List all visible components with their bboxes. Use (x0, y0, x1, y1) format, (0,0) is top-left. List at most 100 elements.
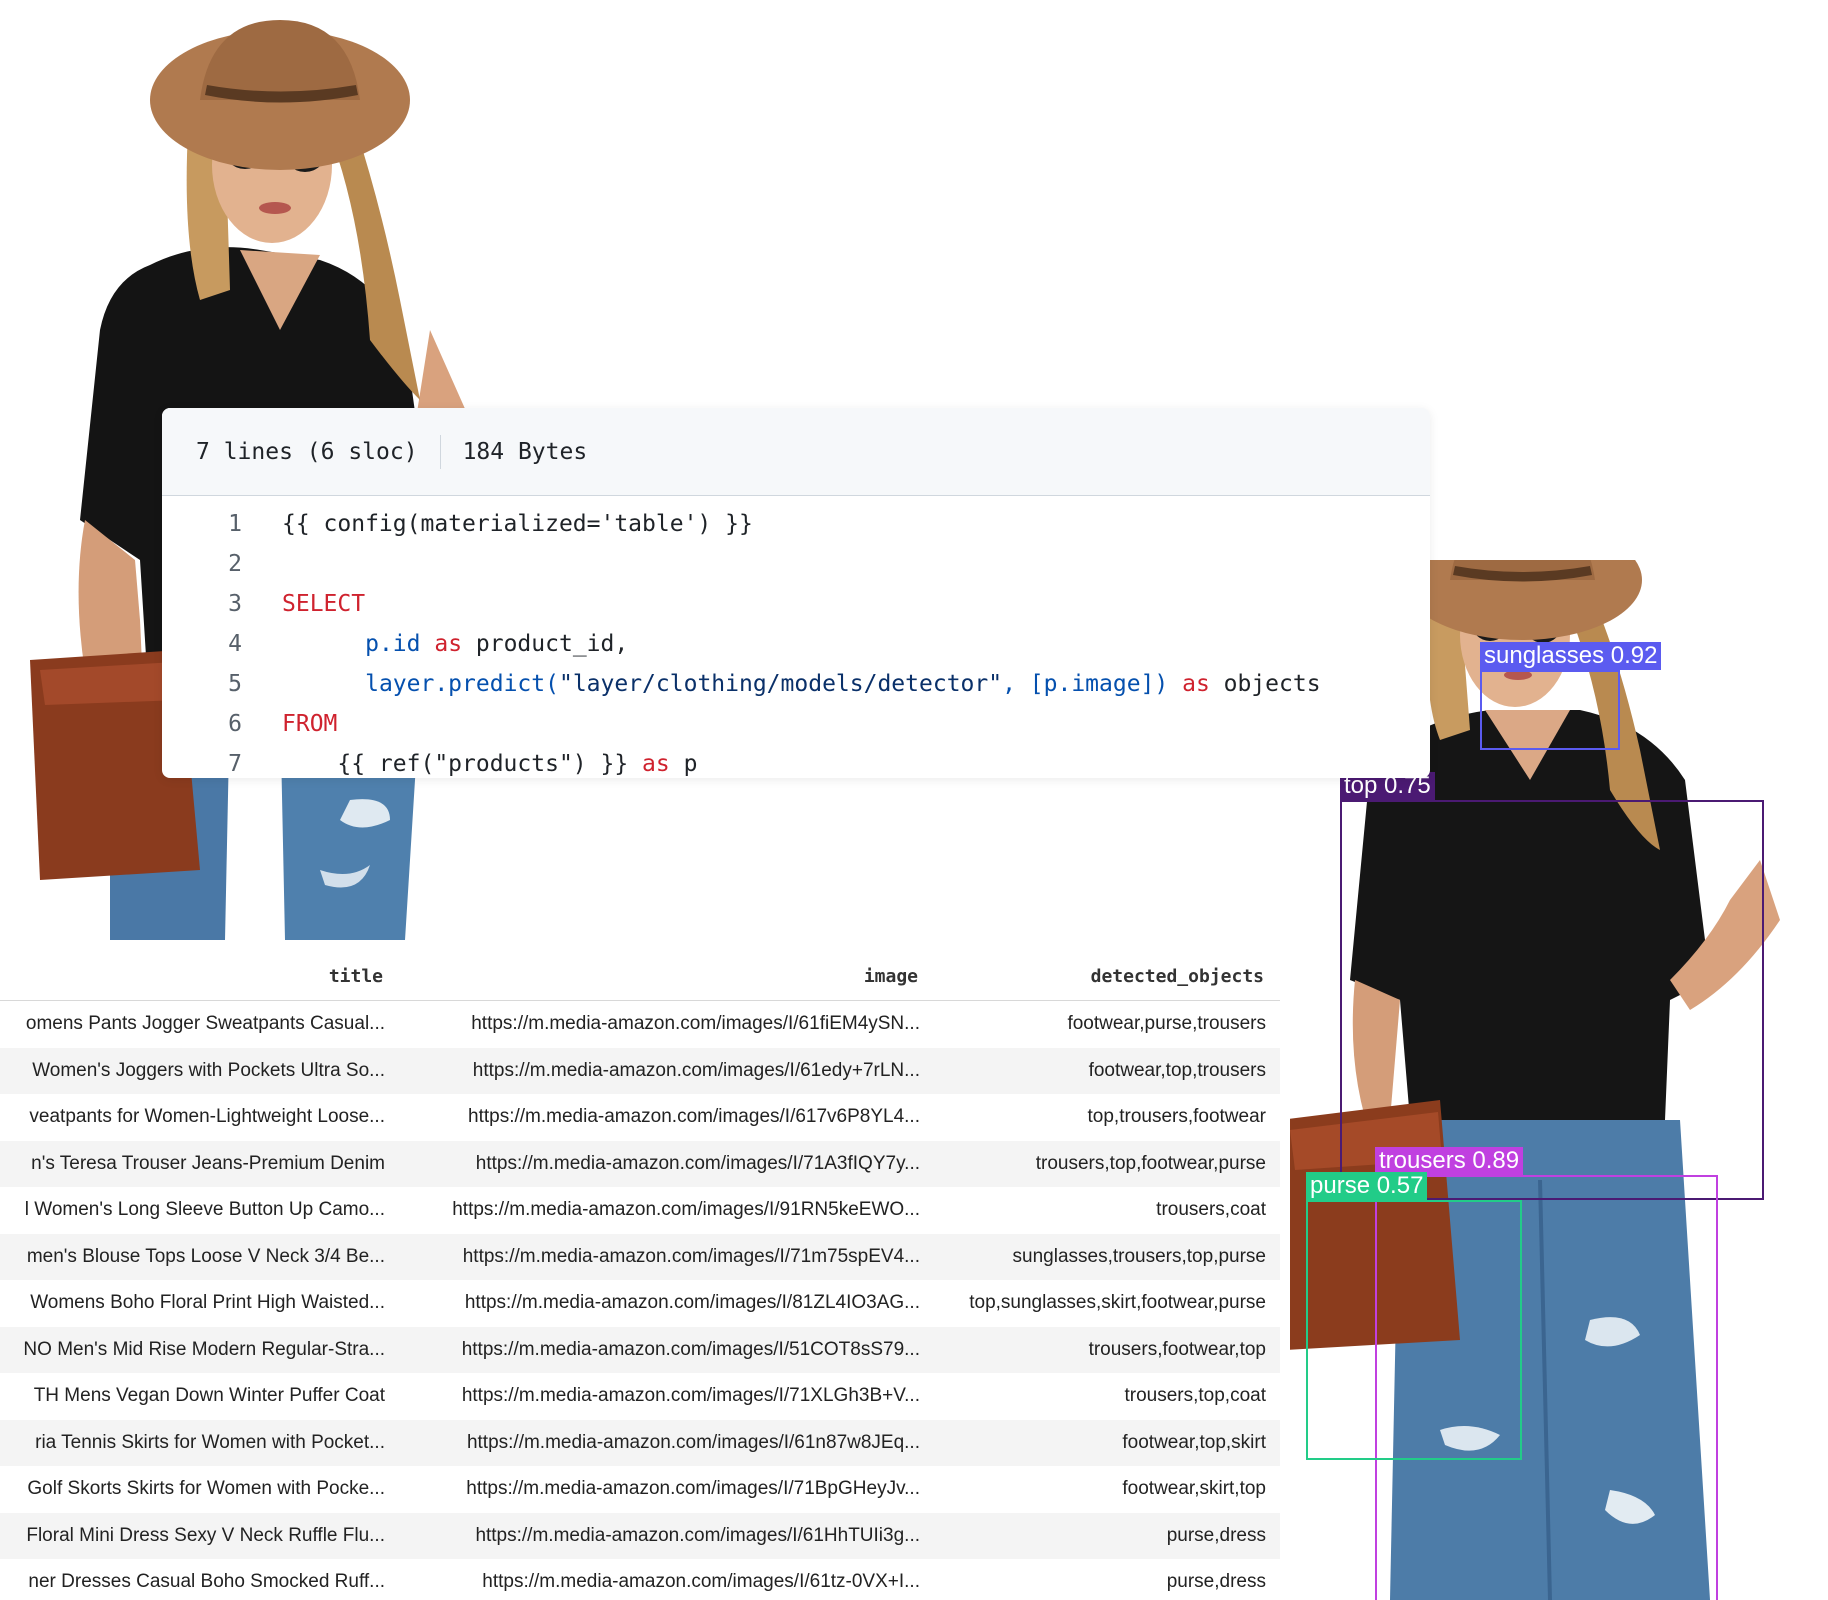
cell-image-url: https://m.media-amazon.com/images/I/71m7… (462, 1245, 920, 1267)
detection-box-sunglasses: sunglasses 0.92 (1480, 642, 1662, 750)
code-token: layer.predict( (365, 671, 559, 697)
cell-image-url: https://m.media-amazon.com/images/I/61ed… (472, 1059, 920, 1081)
table-row[interactable]: NO Men's Mid Rise Modern Regular-Stra...… (0, 1326, 1280, 1373)
header-separator (439, 434, 441, 469)
line-number: 1 (228, 511, 242, 537)
code-line: 2 (162, 544, 1430, 584)
line-number: 4 (228, 631, 242, 657)
cell-title: Golf Skorts Skirts for Women with Pocke.… (27, 1478, 385, 1499)
cell-title: omens Pants Jogger Sweatpants Casual... (25, 1013, 385, 1034)
table-row[interactable]: Women's Joggers with Pockets Ultra So...… (0, 1047, 1280, 1094)
detection-label-trousers: trousers 0.89 (1375, 1147, 1524, 1175)
table-row[interactable]: n's Teresa Trouser Jeans-Premium Denim ht… (0, 1140, 1280, 1187)
code-body: 1 {{ config(materialized='table') }} 2 3 SEL… (162, 496, 1430, 778)
cell-image-url: https://m.media-amazon.com/images/I/617v… (468, 1106, 920, 1127)
file-lines-info: 7 lines (6 sloc) (196, 438, 418, 465)
cell-image-url: https://m.media-amazon.com/images/I/71Bp… (466, 1478, 920, 1499)
code-line: 3 SELECT (162, 584, 1430, 624)
cell-title: Floral Mini Dress Sexy V Neck Ruffle Flu… (26, 1524, 385, 1546)
cell-detected-objects: sunglasses,trousers,top,purse (1012, 1245, 1266, 1267)
cell-image-url: https://m.media-amazon.com/images/I/91RN… (452, 1199, 920, 1220)
line-number: 2 (228, 551, 242, 577)
cell-detected-objects: footwear,skirt,top (1122, 1478, 1266, 1499)
table-row[interactable]: veatpants for Women-Lightweight Loose...… (0, 1094, 1280, 1141)
line-number: 7 (228, 751, 242, 777)
line-code: SELECT (282, 591, 365, 617)
code-token: {{ config(materialized='table') }} (282, 511, 753, 537)
code-token: as (642, 751, 670, 777)
cell-image-url: https://m.media-amazon.com/images/I/71A3… (475, 1152, 920, 1174)
table-body: omens Pants Jogger Sweatpants Casual... h… (0, 1001, 1280, 1600)
cell-title: Womens Boho Floral Print High Waisted... (30, 1292, 385, 1313)
code-line: 7 {{ ref("products") }} as p (162, 744, 1430, 778)
code-token: as (434, 631, 463, 657)
line-code: {{ config(materialized='table') }} (282, 511, 753, 537)
cell-detected-objects: trousers,coat (1156, 1199, 1266, 1220)
cell-detected-objects: trousers,top,coat (1124, 1385, 1266, 1406)
table-row[interactable]: TH Mens Vegan Down Winter Puffer Coat htt… (0, 1373, 1280, 1420)
column-header-title[interactable]: title (0, 966, 383, 987)
cell-title: men's Blouse Tops Loose V Neck 3/4 Be... (26, 1245, 385, 1267)
cell-image-url: https://m.media-amazon.com/images/I/71XL… (461, 1385, 920, 1406)
code-token: {{ ref("products") }} (337, 751, 643, 777)
code-line: 4 p.id as product_id, (162, 624, 1430, 664)
table-row[interactable]: men's Blouse Tops Loose V Neck 3/4 Be...… (0, 1233, 1280, 1280)
cell-detected-objects: purse,dress (1166, 1524, 1266, 1546)
cell-image-url: https://m.media-amazon.com/images/I/61fi… (471, 1013, 920, 1034)
cell-title: NO Men's Mid Rise Modern Regular-Stra... (23, 1338, 385, 1360)
table-row[interactable]: Womens Boho Floral Print High Waisted...… (0, 1280, 1280, 1327)
file-size: 184 Bytes (462, 438, 588, 465)
line-code: {{ ref("products") }} as p (282, 751, 697, 777)
column-header-detected-objects[interactable]: detected_objects (930, 966, 1264, 987)
cell-detected-objects: footwear,top,trousers (1088, 1059, 1266, 1081)
cell-title: Women's Joggers with Pockets Ultra So... (32, 1059, 385, 1081)
code-token: as (1182, 671, 1210, 697)
column-header-image[interactable]: image (395, 966, 918, 987)
cell-title: TH Mens Vegan Down Winter Puffer Coat (33, 1385, 385, 1406)
table-row[interactable]: Golf Skorts Skirts for Women with Pocke.… (0, 1466, 1280, 1513)
detection-label-purse: purse 0.57 (1306, 1172, 1428, 1200)
code-token: FROM (282, 711, 338, 737)
code-line: 1 {{ config(materialized='table') }} (162, 504, 1430, 544)
cell-detected-objects: trousers,top,footwear,purse (1035, 1152, 1266, 1174)
cell-detected-objects: footwear,purse,trousers (1067, 1013, 1266, 1034)
cell-image-url: https://m.media-amazon.com/images/I/81ZL… (464, 1292, 920, 1313)
code-token: p.id (365, 631, 435, 657)
code-token: , [p.image]) (1002, 671, 1183, 697)
table-row[interactable]: ria Tennis Skirts for Women with Pocket.… (0, 1419, 1280, 1466)
code-token: "layer/clothing/models/detector" (558, 671, 1003, 697)
cell-detected-objects: top,sunglasses,skirt,footwear,purse (969, 1292, 1266, 1313)
results-table: title image detected_objects omens Pants… (0, 950, 1280, 1600)
cell-detected-objects: trousers,footwear,top (1088, 1338, 1266, 1360)
cell-title: l Women's Long Sleeve Button Up Camo... (24, 1199, 385, 1220)
code-viewer: 7 lines (6 sloc) 184 Bytes 1 {{ config(ma… (162, 408, 1430, 778)
code-token: objects (1209, 671, 1321, 697)
line-number: 5 (228, 671, 242, 697)
line-code: p.id as product_id, (282, 631, 628, 657)
code-token: SELECT (282, 591, 366, 617)
table-row[interactable]: l Women's Long Sleeve Button Up Camo... h… (0, 1187, 1280, 1234)
cell-detected-objects: footwear,top,skirt (1122, 1431, 1266, 1453)
cell-title: ner Dresses Casual Boho Smocked Ruff... (28, 1571, 385, 1592)
line-code: layer.predict("layer/clothing/models/det… (282, 671, 1321, 697)
detection-box-top: top 0.75 (1340, 772, 1764, 1200)
cell-image-url: https://m.media-amazon.com/images/I/61tz… (482, 1571, 920, 1592)
code-token: product_id, (462, 631, 629, 657)
cell-image-url: https://m.media-amazon.com/images/I/61Hh… (475, 1524, 920, 1546)
line-code: FROM (282, 711, 337, 737)
line-number: 6 (228, 711, 242, 737)
detection-label-sunglasses: sunglasses 0.92 (1480, 642, 1662, 670)
cell-title: veatpants for Women-Lightweight Loose... (29, 1106, 385, 1127)
cell-detected-objects: top,trousers,footwear (1087, 1106, 1266, 1127)
table-row[interactable]: Floral Mini Dress Sexy V Neck Ruffle Flu… (0, 1512, 1280, 1559)
cell-title: n's Teresa Trouser Jeans-Premium Denim (31, 1152, 385, 1174)
detection-box-purse: purse 0.57 (1306, 1172, 1522, 1460)
cell-image-url: https://m.media-amazon.com/images/I/51CO… (461, 1338, 920, 1360)
cell-detected-objects: purse,dress (1166, 1571, 1266, 1592)
line-number: 3 (228, 591, 242, 617)
table-row[interactable]: omens Pants Jogger Sweatpants Casual... h… (0, 1001, 1280, 1048)
table-row[interactable]: ner Dresses Casual Boho Smocked Ruff... h… (0, 1559, 1280, 1600)
